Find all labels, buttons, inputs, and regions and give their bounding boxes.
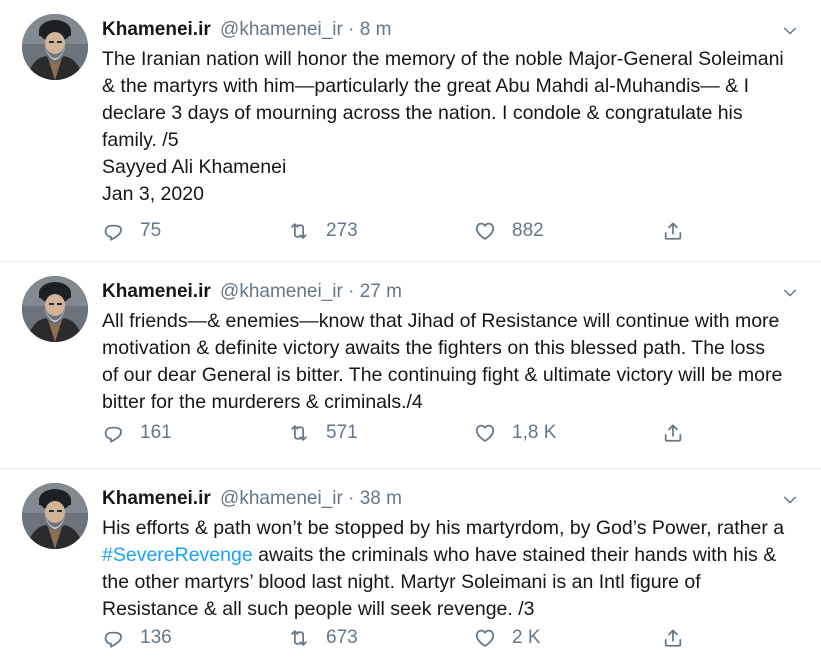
author-name[interactable]: Khamenei.ir — [102, 19, 211, 40]
tweet-paragraph: His efforts & path won’t be stopped by h… — [102, 515, 785, 623]
like-count: 2 K — [512, 627, 541, 648]
tweet-content: Khamenei.ir @khamenei_ir · 38 m His effo… — [102, 487, 785, 623]
heart-icon — [474, 422, 496, 444]
share-icon — [662, 220, 684, 242]
reply-icon — [102, 627, 124, 649]
tweet-content: Khamenei.ir @khamenei_ir · 27 m All frie… — [102, 280, 785, 416]
hashtag-link[interactable]: #SevereRevenge — [102, 544, 253, 566]
retweet-count: 571 — [326, 422, 358, 443]
tweet-paragraph: All friends—& enemies—know that Jihad of… — [102, 310, 783, 413]
tweet-date: Jan 3, 2020 — [102, 183, 204, 205]
like-count: 1,8 K — [512, 422, 557, 443]
tweet-text: The Iranian nation will honor the memory… — [102, 46, 785, 208]
like-button[interactable]: 2 K — [474, 627, 541, 649]
retweet-icon — [288, 422, 310, 444]
tweet-text: All friends—& enemies—know that Jihad of… — [102, 308, 785, 416]
timestamp[interactable]: 27 m — [360, 281, 402, 302]
tweet-actions: 136 673 2 K — [102, 627, 821, 657]
reply-icon — [102, 220, 124, 242]
tweet[interactable]: Khamenei.ir @khamenei_ir · 27 m All frie… — [0, 262, 821, 469]
like-button[interactable]: 1,8 K — [474, 422, 556, 444]
timestamp[interactable]: 8 m — [360, 19, 392, 40]
reply-button[interactable]: 161 — [102, 422, 172, 444]
retweet-count: 673 — [326, 627, 358, 648]
tweet-actions: 161 571 1,8 K — [102, 422, 821, 452]
chevron-down-icon[interactable] — [781, 22, 799, 40]
retweet-icon — [288, 220, 310, 242]
heart-icon — [474, 220, 496, 242]
chevron-down-icon[interactable] — [781, 491, 799, 509]
chevron-down-icon[interactable] — [781, 284, 799, 302]
retweet-button[interactable]: 571 — [288, 422, 358, 444]
like-count: 882 — [512, 220, 544, 241]
reply-count: 75 — [140, 220, 162, 241]
retweet-button[interactable]: 273 — [288, 220, 358, 242]
like-button[interactable]: 882 — [474, 220, 544, 242]
tweet-paragraph: The Iranian nation will honor the memory… — [102, 48, 784, 151]
share-button[interactable] — [662, 422, 684, 444]
tweet-actions: 75 273 882 — [102, 220, 821, 250]
heart-icon — [474, 627, 496, 649]
retweet-button[interactable]: 673 — [288, 627, 358, 649]
tweet-signature: Sayyed Ali Khamenei — [102, 156, 287, 178]
share-icon — [662, 627, 684, 649]
share-icon — [662, 422, 684, 444]
tweet-header: Khamenei.ir @khamenei_ir · 8 m — [102, 18, 785, 42]
tweet[interactable]: Khamenei.ir @khamenei_ir · 8 m The Irani… — [0, 0, 821, 262]
author-name[interactable]: Khamenei.ir — [102, 488, 211, 509]
tweet[interactable]: Khamenei.ir @khamenei_ir · 38 m His effo… — [0, 469, 821, 672]
author-handle[interactable]: @khamenei_ir — [220, 281, 343, 302]
avatar[interactable] — [22, 14, 88, 80]
tweet-header: Khamenei.ir @khamenei_ir · 38 m — [102, 487, 785, 511]
author-name[interactable]: Khamenei.ir — [102, 281, 211, 302]
avatar[interactable] — [22, 483, 88, 549]
separator-dot: · — [348, 488, 355, 509]
retweet-icon — [288, 627, 310, 649]
share-button[interactable] — [662, 627, 684, 649]
author-handle[interactable]: @khamenei_ir — [220, 488, 343, 509]
author-handle[interactable]: @khamenei_ir — [220, 19, 343, 40]
tweet-header: Khamenei.ir @khamenei_ir · 27 m — [102, 280, 785, 304]
retweet-count: 273 — [326, 220, 358, 241]
reply-count: 161 — [140, 422, 172, 443]
reply-button[interactable]: 136 — [102, 627, 172, 649]
share-button[interactable] — [662, 220, 684, 242]
separator-dot: · — [348, 281, 355, 302]
reply-button[interactable]: 75 — [102, 220, 161, 242]
timestamp[interactable]: 38 m — [360, 488, 402, 509]
reply-count: 136 — [140, 627, 172, 648]
text-segment: His efforts & path won’t be stopped by h… — [102, 517, 785, 539]
avatar[interactable] — [22, 276, 88, 342]
tweet-content: Khamenei.ir @khamenei_ir · 8 m The Irani… — [102, 18, 785, 208]
tweet-text: His efforts & path won’t be stopped by h… — [102, 515, 785, 623]
separator-dot: · — [348, 19, 355, 40]
reply-icon — [102, 422, 124, 444]
